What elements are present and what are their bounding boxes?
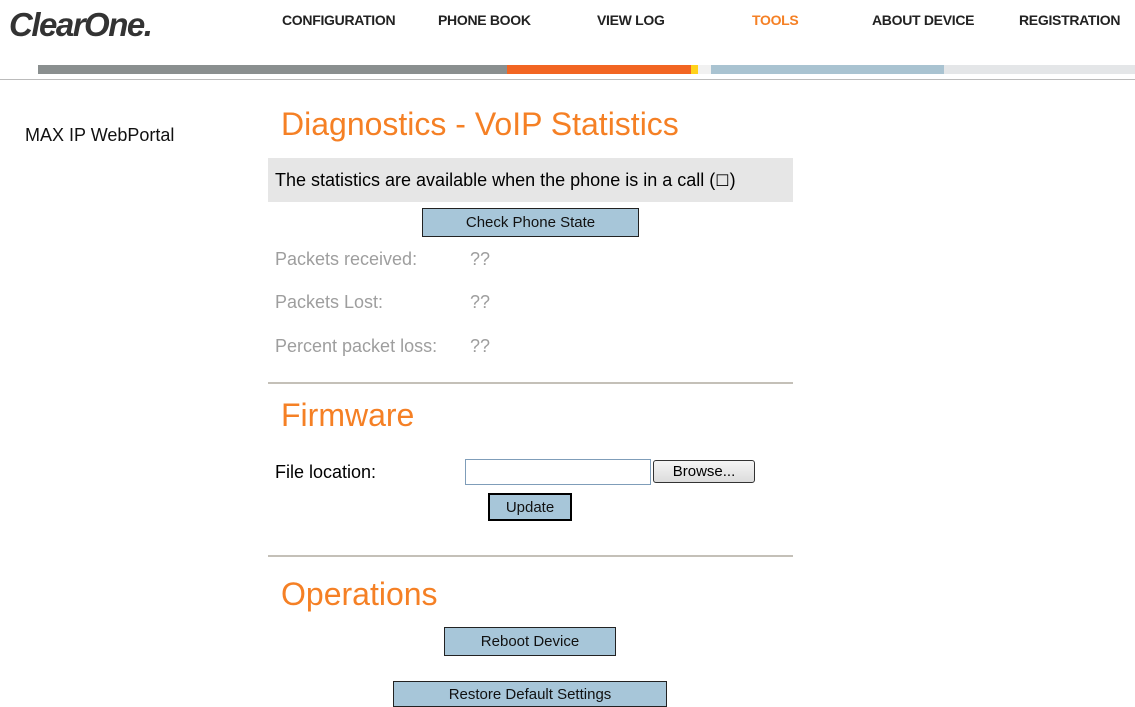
section-divider <box>268 382 793 384</box>
update-button[interactable]: Update <box>488 493 572 521</box>
percent-packet-loss-value: ?? <box>470 336 491 356</box>
stripe-blue-segment <box>711 65 944 74</box>
stripe-yellow-segment <box>691 65 698 74</box>
nav-configuration[interactable]: CONFIGURATION <box>282 12 396 28</box>
sidebar-title: MAX IP WebPortal <box>25 125 175 145</box>
packets-received-value: ?? <box>470 249 491 269</box>
operations-title: Operations <box>281 576 438 612</box>
percent-packet-loss-label: Percent packet loss: <box>275 336 438 356</box>
nav-tools[interactable]: TOOLS <box>752 12 799 28</box>
browse-button[interactable]: Browse... <box>653 460 755 483</box>
header-divider <box>0 79 1135 80</box>
nav-phone-book[interactable]: PHONE BOOK <box>438 12 531 28</box>
call-status-indicator: (☐) <box>709 170 736 190</box>
reboot-device-button[interactable]: Reboot Device <box>444 627 616 656</box>
packets-lost-label: Packets Lost: <box>275 292 384 312</box>
check-phone-state-button[interactable]: Check Phone State <box>422 208 639 237</box>
nav-registration[interactable]: REGISTRATION <box>1019 12 1120 28</box>
file-location-label: File location: <box>275 462 377 482</box>
diagnostics-title: Diagnostics - VoIP Statistics <box>281 106 679 142</box>
clearone-logo: ClearOne. <box>9 6 153 43</box>
empty-checkbox-icon: ☐ <box>715 173 730 190</box>
packets-received-label: Packets received: <box>275 249 418 269</box>
firmware-title: Firmware <box>281 397 415 433</box>
nav-about-device[interactable]: ABOUT DEVICE <box>872 12 974 28</box>
stripe-gap-segment <box>698 65 711 74</box>
call-status-notice: The statistics are available when the ph… <box>268 158 793 202</box>
restore-default-settings-button[interactable]: Restore Default Settings <box>393 681 667 707</box>
stripe-orange-segment <box>507 65 691 74</box>
nav-view-log[interactable]: VIEW LOG <box>597 12 665 28</box>
section-divider <box>268 555 793 557</box>
stripe-light-segment <box>944 65 1135 74</box>
file-location-input[interactable] <box>465 459 651 485</box>
packets-lost-value: ?? <box>470 292 491 312</box>
stripe-gray-segment <box>38 65 507 74</box>
notice-text: The statistics are available when the ph… <box>275 170 705 190</box>
